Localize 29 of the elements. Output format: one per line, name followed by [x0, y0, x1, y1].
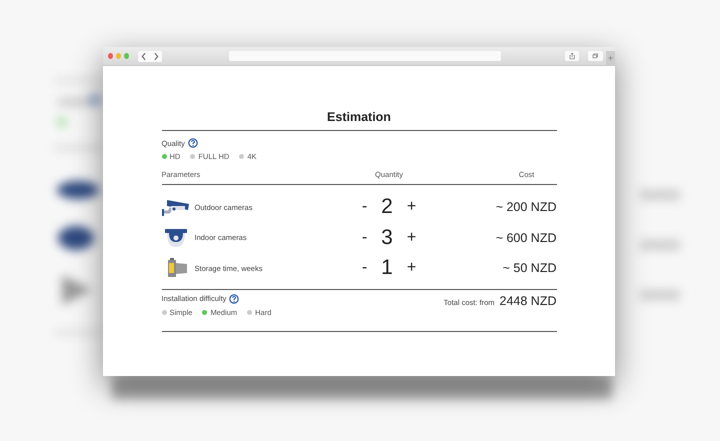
quantity-value: 3 [381, 226, 393, 250]
security-camera-icon [162, 197, 190, 218]
increment-button[interactable]: + [404, 198, 418, 216]
help-icon[interactable] [229, 294, 240, 304]
total-value: 2448 NZD [500, 294, 556, 308]
radio-dot[interactable] [239, 154, 244, 159]
increment-button[interactable]: + [404, 228, 418, 247]
radio-dot[interactable] [162, 154, 166, 159]
close-icon[interactable] [108, 53, 114, 59]
help-icon[interactable] [188, 138, 198, 148]
page-title: Estimation [326, 110, 392, 125]
quantity-value: 1 [381, 256, 393, 280]
maximize-icon[interactable] [124, 53, 130, 59]
decrement-button[interactable]: - [360, 198, 370, 216]
increment-button[interactable]: + [404, 259, 418, 278]
decrement-button[interactable]: - [360, 228, 370, 247]
radio-dot[interactable] [162, 310, 166, 314]
cost-value: ~ 200 NZD [494, 200, 556, 214]
share-icon[interactable] [565, 51, 580, 61]
new-tab-icon[interactable] [606, 51, 615, 65]
minimize-icon[interactable] [116, 53, 122, 59]
radio-dot[interactable] [247, 310, 252, 314]
quantity-value: 2 [381, 195, 393, 220]
decrement-button[interactable]: - [360, 259, 370, 278]
cost-value: ~ 50 NZD [502, 261, 556, 276]
radio-dot[interactable] [202, 310, 208, 314]
cost-value: ~ 600 NZD [494, 230, 556, 245]
radio-dot[interactable] [190, 154, 196, 159]
tabs-icon[interactable] [588, 51, 603, 61]
